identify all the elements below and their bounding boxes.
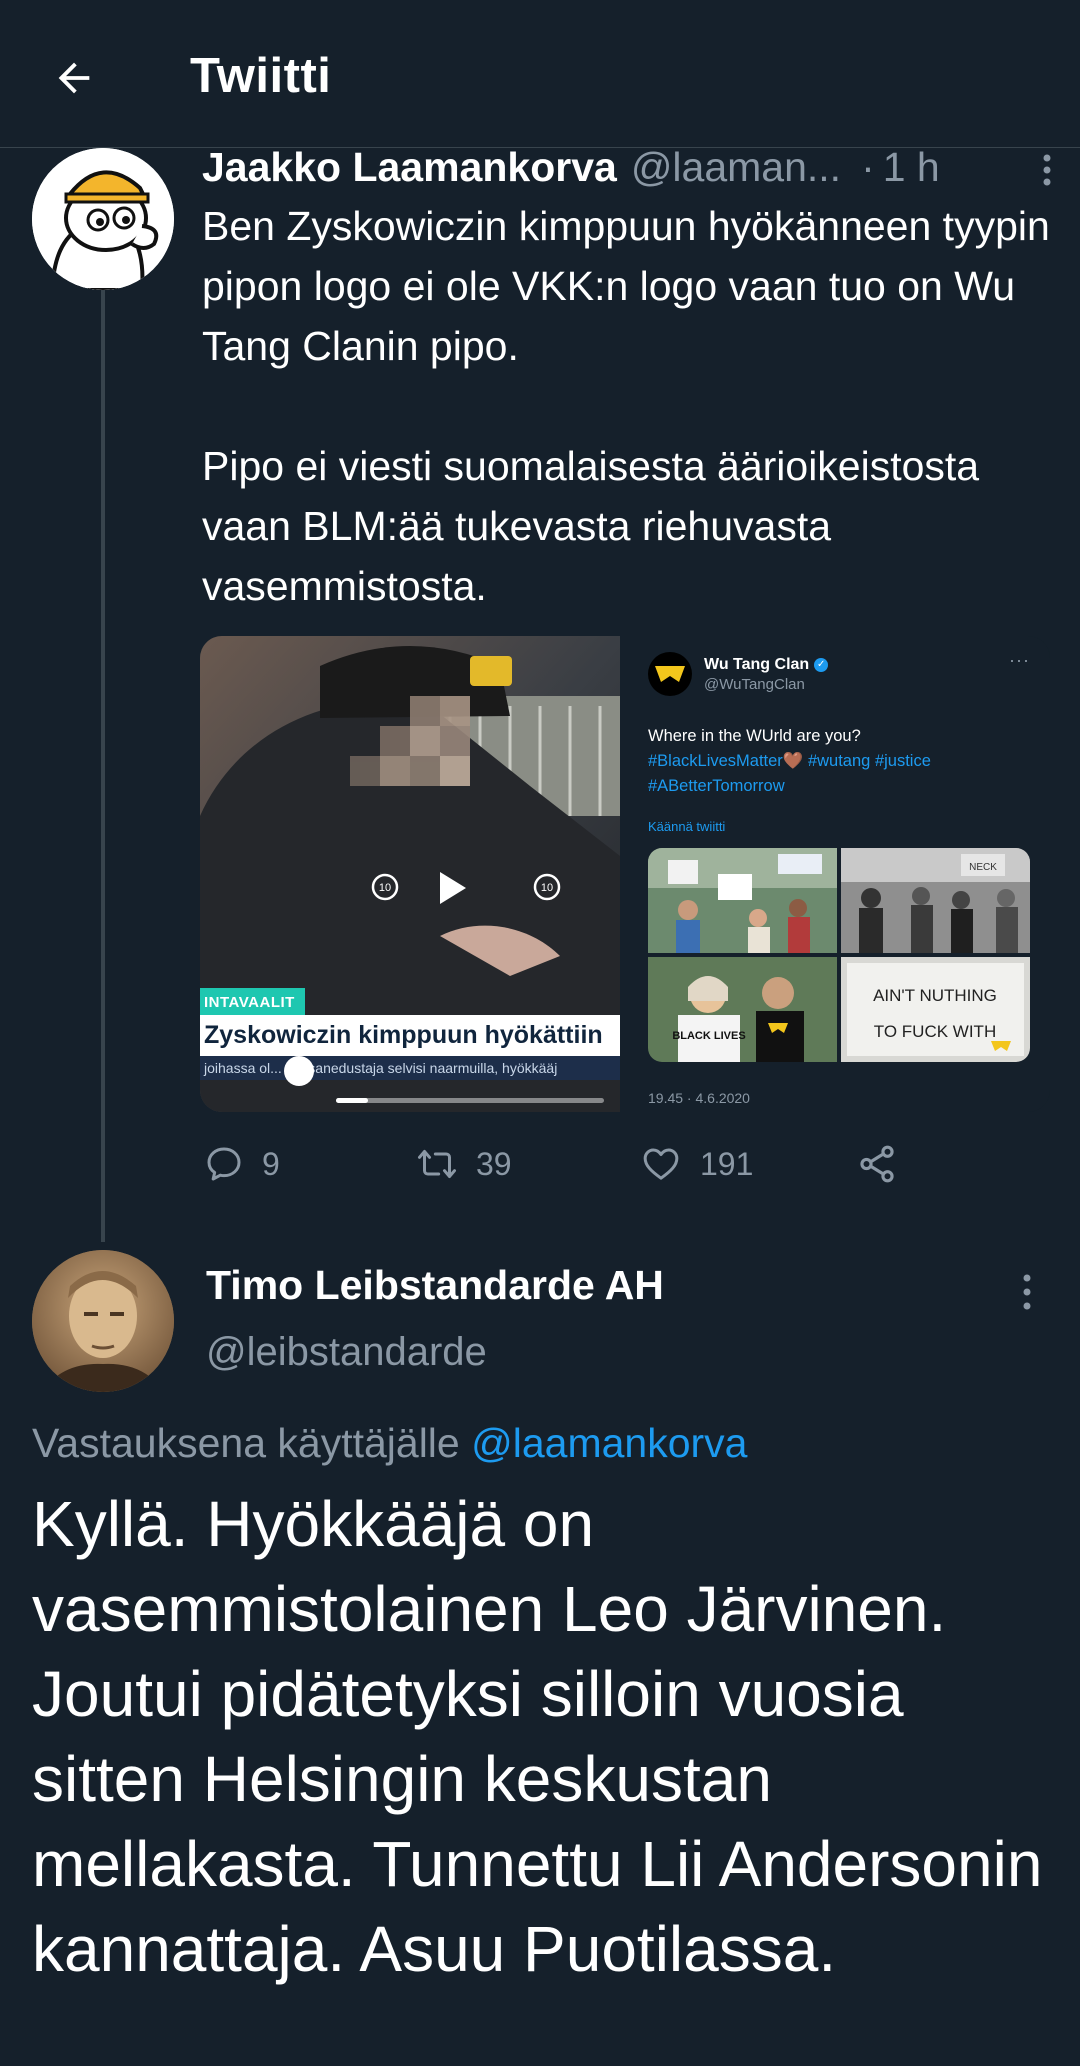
translate-link: Käännä twiitti (648, 819, 726, 834)
video-progress[interactable] (336, 1098, 604, 1103)
app-header: Twiitti (0, 0, 1080, 148)
back-button[interactable] (40, 44, 108, 112)
retweet-count: 39 (476, 1145, 512, 1182)
photo-march-bw: NECK (841, 848, 1030, 953)
reply-mention-link[interactable]: @laamankorva (471, 1420, 747, 1466)
svg-text:10: 10 (541, 882, 553, 894)
more-vertical-icon (1023, 1274, 1031, 1310)
tweet-actions: 9 39 191 (200, 1136, 940, 1192)
tweet-text: Ben Zyskowiczin kimppuun hyökänneen tyyp… (202, 203, 1050, 609)
play-icon (440, 872, 466, 904)
svg-text:NECK: NECK (969, 862, 997, 873)
photo-sign: AIN'T NUTHING TO FUCK WITH (841, 957, 1030, 1062)
reply-prefix: Vastauksena käyttäjälle (32, 1420, 460, 1466)
video-scrubber[interactable] (284, 1056, 314, 1086)
reply-count: 9 (262, 1145, 280, 1182)
embed-header: Wu Tang Clan ✓ @WuTangClan ··· (648, 648, 1030, 700)
forward-10-button[interactable]: 10 (530, 870, 564, 909)
svg-text:TO FUCK WITH: TO FUCK WITH (874, 1022, 996, 1041)
play-button[interactable] (420, 858, 480, 923)
separator-dot: · (861, 143, 875, 190)
tweet-media: 10 10 INTAVAALIT Zyskowiczin kimppuun hy… (200, 636, 1050, 1112)
avatar[interactable] (32, 148, 174, 290)
banner-category: INTAVAALIT (200, 988, 305, 1015)
tweet-header: Jaakko Laamankorva @laaman... · 1 h (202, 142, 1062, 192)
tweet-time[interactable]: 1 h (883, 144, 940, 191)
svg-text:AIN'T NUTHING: AIN'T NUTHING (873, 986, 997, 1005)
thread-line (101, 290, 105, 1242)
video-player[interactable]: 10 10 INTAVAALIT Zyskowiczin kimppuun hy… (200, 636, 620, 1112)
svg-text:BLACK LIVES: BLACK LIVES (672, 1030, 745, 1042)
embed-photo-grid: NECK BLACK LIVES AIN'T NUTHING TO FUCK W… (648, 848, 1030, 1062)
embed-author-handle: @WuTangClan (704, 675, 805, 693)
video-controls: 10 10 (200, 858, 620, 918)
retweet-icon (418, 1150, 456, 1178)
banner-subtitle: joihassa ol... kansanedustaja selvisi na… (200, 1056, 620, 1080)
embed-more-icon: ··· (1009, 650, 1030, 670)
reply-context: Vastauksena käyttäjälle @laamankorva (32, 1420, 747, 1467)
news-banner: INTAVAALIT Zyskowiczin kimppuun hyökätti… (200, 988, 620, 1080)
embed-avatar (648, 652, 692, 696)
share-icon (860, 1145, 894, 1183)
forward-10-icon: 10 (533, 873, 561, 901)
author-handle[interactable]: @leibstandarde (206, 1330, 487, 1375)
arrow-left-icon (58, 62, 90, 94)
embed-text: Where in the WUrld are you? #BlackLivesM… (648, 727, 931, 795)
rewind-10-icon: 10 (371, 873, 399, 901)
tweet-text: Kyllä. Hyökkääjä on vasemmistolainen Leo… (32, 1488, 1043, 1985)
like-count: 191 (700, 1145, 754, 1182)
author-name[interactable]: Timo Leibstandarde AH (206, 1262, 664, 1309)
embedded-tweet-screenshot[interactable]: Wu Tang Clan ✓ @WuTangClan ··· Where in … (624, 636, 1050, 1112)
video-progress-fill (336, 1098, 369, 1103)
verified-badge-icon: ✓ (814, 657, 829, 672)
avatar[interactable] (32, 1250, 174, 1392)
page-title: Twiitti (190, 49, 332, 103)
more-options-button[interactable] (1012, 1272, 1042, 1312)
more-vertical-icon (1043, 154, 1051, 186)
reply-button[interactable]: 9 (204, 1136, 280, 1192)
rewind-10-button[interactable]: 10 (368, 870, 402, 909)
embed-date: 19.45 · 4.6.2020 (648, 1090, 750, 1106)
svg-text:10: 10 (379, 882, 391, 894)
author-name[interactable]: Jaakko Laamankorva (202, 144, 617, 191)
more-options-button[interactable] (1032, 150, 1062, 186)
photo-women-shirts: BLACK LIVES (648, 957, 837, 1062)
hands-emoji-icon: 🤎 (782, 752, 804, 770)
heart-icon (643, 1148, 679, 1180)
wutang-logo-icon (655, 666, 685, 682)
reply-icon (207, 1147, 241, 1181)
author-handle[interactable]: @laaman... (631, 144, 841, 191)
banner-headline: Zyskowiczin kimppuun hyökättiin (200, 1015, 620, 1056)
retweet-button[interactable]: 39 (416, 1136, 512, 1192)
photo-protest-crowd (648, 848, 837, 953)
embed-author-name: Wu Tang Clan ✓ (704, 656, 829, 674)
share-button[interactable] (856, 1136, 916, 1192)
like-button[interactable]: 191 (640, 1136, 753, 1192)
